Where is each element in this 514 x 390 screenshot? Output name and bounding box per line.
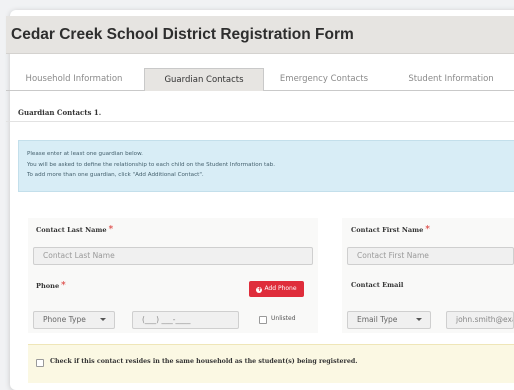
tab-bar: Household Information Guardian Contacts … <box>6 68 514 91</box>
unlisted-label: Unlisted <box>271 315 296 322</box>
tab-guardian-contacts[interactable]: Guardian Contacts <box>144 68 264 91</box>
last-name-input[interactable]: Contact Last Name <box>33 247 313 265</box>
first-name-input[interactable]: Contact First Name <box>347 247 514 265</box>
tab-emergency-contacts[interactable]: Emergency Contacts <box>262 68 386 90</box>
required-marker: * <box>61 281 66 291</box>
first-name-label-text: Contact First Name <box>351 226 424 234</box>
tab-student-information[interactable]: Student Information <box>386 68 514 90</box>
unlisted-checkbox[interactable] <box>259 316 267 324</box>
info-line: Please enter at least one guardian below… <box>27 151 143 157</box>
email-input[interactable]: john.smith@exar <box>446 311 514 329</box>
form-header: Cedar Creek School District Registration… <box>6 16 514 54</box>
add-phone-label: Add Phone <box>264 285 297 292</box>
info-line: To add more than one guardian, click "Ad… <box>27 172 204 178</box>
first-name-label: Contact First Name * <box>351 225 430 235</box>
add-phone-button[interactable]: + Add Phone <box>249 281 304 297</box>
registration-form-card <box>10 10 514 390</box>
same-household-label: Check if this contact resides in the sam… <box>50 358 358 365</box>
phone-label-text: Phone <box>36 282 60 290</box>
last-name-label: Contact Last Name * <box>36 225 113 235</box>
email-type-value: Email Type <box>357 315 398 324</box>
email-label: Contact Email <box>351 281 404 289</box>
last-name-label-text: Contact Last Name <box>36 226 107 234</box>
caret-down-icon <box>416 318 422 321</box>
email-type-select[interactable]: Email Type <box>347 311 431 329</box>
required-marker: * <box>108 225 114 235</box>
phone-type-select[interactable]: Phone Type <box>33 311 115 329</box>
phone-label: Phone * <box>36 281 66 291</box>
required-marker: * <box>425 225 430 235</box>
phone-type-value: Phone Type <box>43 315 86 324</box>
section-divider <box>6 121 514 122</box>
same-household-row: Check if this contact resides in the sam… <box>28 344 514 383</box>
caret-down-icon <box>100 318 106 321</box>
plus-circle-icon: + <box>256 286 263 293</box>
info-line: You will be asked to define the relation… <box>27 161 275 168</box>
same-household-checkbox[interactable] <box>36 359 44 367</box>
phone-number-input[interactable]: (___) ___-____ <box>132 311 239 329</box>
tab-household-information[interactable]: Household Information <box>6 68 142 90</box>
section-title: Guardian Contacts 1. <box>18 108 102 117</box>
form-title: Cedar Creek School District Registration… <box>11 26 354 43</box>
info-alert: Please enter at least one guardian below… <box>18 140 514 192</box>
